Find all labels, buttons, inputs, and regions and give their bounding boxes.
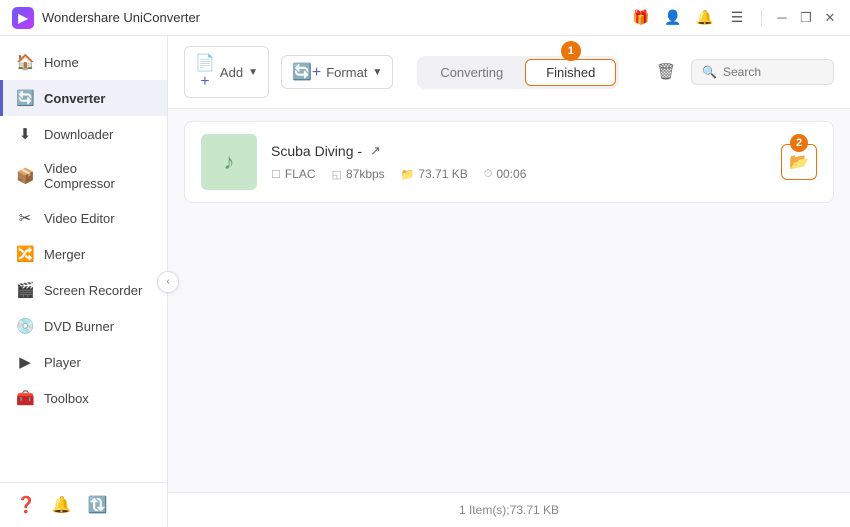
folder-icon: 📂 [789, 152, 809, 172]
add-file-dropdown-icon: ▼ [248, 67, 258, 78]
menu-icon[interactable]: ☰ [725, 6, 749, 30]
add-format-label: Format [326, 65, 367, 80]
tab-finished-label: Finished [546, 65, 595, 80]
sidebar-item-converter[interactable]: 🔄 Converter [0, 80, 167, 116]
trash-button[interactable]: 🗑 [653, 56, 679, 88]
gift-icon[interactable]: 🎁 [629, 6, 653, 30]
file-name-row: Scuba Diving - ↗ [271, 143, 767, 159]
add-format-button[interactable]: 🔄+ Format ▼ [281, 55, 393, 89]
app-title: Wondershare UniConverter [42, 10, 200, 25]
sidebar: 🏠 Home 🔄 Converter ⬇ Downloader 📦 Video … [0, 36, 168, 527]
external-link-icon[interactable]: ↗ [370, 143, 381, 159]
sidebar-item-dvd-burner[interactable]: 💿 DVD Burner [0, 308, 167, 344]
sidebar-item-video-editor[interactable]: ✂ Video Editor [0, 200, 167, 236]
help-icon[interactable]: ❓ [16, 495, 36, 515]
add-format-icon: 🔄+ [292, 62, 321, 82]
home-icon: 🏠 [16, 53, 34, 71]
file-meta: ☐ FLAC ◱ 87kbps 📁 73.71 KB ⏱ [271, 167, 767, 181]
screen-recorder-icon: 🎬 [16, 281, 34, 299]
merger-icon: 🔀 [16, 245, 34, 263]
sidebar-label-converter: Converter [44, 91, 105, 106]
size-icon: 📁 [401, 168, 415, 181]
main-layout: 🏠 Home 🔄 Converter ⬇ Downloader 📦 Video … [0, 36, 850, 527]
feedback-icon[interactable]: 🔃 [88, 495, 108, 515]
file-name: Scuba Diving - [271, 143, 362, 159]
sidebar-label-dvd-burner: DVD Burner [44, 319, 114, 334]
sidebar-nav: 🏠 Home 🔄 Converter ⬇ Downloader 📦 Video … [0, 36, 167, 482]
add-file-button[interactable]: 📄+ Add ▼ [184, 46, 269, 98]
titlebar: ▶ Wondershare UniConverter 🎁 👤 🔔 ☰ ─ ❐ ✕ [0, 0, 850, 36]
bell-icon[interactable]: 🔔 [693, 6, 717, 30]
sidebar-bottom: ❓ 🔔 🔃 [0, 482, 167, 527]
player-icon: ▶ [16, 353, 34, 371]
finished-badge: 1 [561, 41, 581, 61]
file-thumbnail: ♪ [201, 134, 257, 190]
sidebar-item-merger[interactable]: 🔀 Merger [0, 236, 167, 272]
tab-finished-wrapper: 1 Finished [525, 59, 616, 86]
sidebar-item-screen-recorder[interactable]: 🎬 Screen Recorder [0, 272, 167, 308]
dvd-burner-icon: 💿 [16, 317, 34, 335]
downloader-icon: ⬇ [16, 125, 34, 143]
add-file-icon: 📄+ [195, 53, 215, 91]
file-action-badge: 2 [790, 134, 808, 152]
duration-icon: ⏱ [484, 168, 493, 181]
toolbar: 📄+ Add ▼ 🔄+ Format ▼ Converting 1 Finish… [168, 36, 850, 109]
sidebar-label-video-compressor: Video Compressor [44, 161, 151, 191]
titlebar-left: ▶ Wondershare UniConverter [12, 7, 200, 29]
sidebar-item-video-compressor[interactable]: 📦 Video Compressor [0, 152, 167, 200]
sidebar-label-video-editor: Video Editor [44, 211, 115, 226]
video-compressor-icon: 📦 [16, 167, 34, 185]
file-item: ♪ Scuba Diving - ↗ ☐ FLAC ◱ 87 [184, 121, 834, 203]
sidebar-label-home: Home [44, 55, 79, 70]
file-size: 📁 73.71 KB [401, 167, 468, 181]
sidebar-collapse-button[interactable]: ‹ [157, 271, 179, 293]
tab-finished[interactable]: Finished [525, 59, 616, 86]
restore-button[interactable]: ❐ [798, 10, 814, 26]
music-icon: ♪ [224, 149, 235, 175]
sidebar-label-downloader: Downloader [44, 127, 113, 142]
status-text: 1 Item(s);73.71 KB [459, 503, 559, 517]
sidebar-item-toolbox[interactable]: 🧰 Toolbox [0, 380, 167, 416]
converter-icon: 🔄 [16, 89, 34, 107]
bitrate-icon: ◱ [332, 168, 342, 181]
file-bitrate-value: 87kbps [346, 167, 385, 181]
notification-icon[interactable]: 🔔 [52, 495, 72, 515]
close-button[interactable]: ✕ [822, 10, 838, 26]
tab-converting-label: Converting [440, 65, 503, 80]
file-duration: ⏱ 00:06 [484, 167, 527, 181]
file-duration-value: 00:06 [496, 167, 526, 181]
file-action: 2 📂 [781, 144, 817, 180]
titlebar-right: 🎁 👤 🔔 ☰ ─ ❐ ✕ [629, 6, 838, 30]
sidebar-label-toolbox: Toolbox [44, 391, 89, 406]
content-area: 📄+ Add ▼ 🔄+ Format ▼ Converting 1 Finish… [168, 36, 850, 527]
search-box: 🔍 [691, 59, 834, 85]
user-icon[interactable]: 👤 [661, 6, 685, 30]
file-info: Scuba Diving - ↗ ☐ FLAC ◱ 87kbps [271, 143, 767, 181]
sidebar-item-player[interactable]: ▶ Player [0, 344, 167, 380]
file-format-value: FLAC [285, 167, 316, 181]
app-icon: ▶ [12, 7, 34, 29]
sidebar-label-screen-recorder: Screen Recorder [44, 283, 142, 298]
search-input[interactable] [723, 65, 823, 79]
sidebar-item-downloader[interactable]: ⬇ Downloader [0, 116, 167, 152]
toolbox-icon: 🧰 [16, 389, 34, 407]
file-list: ♪ Scuba Diving - ↗ ☐ FLAC ◱ 87 [168, 109, 850, 492]
add-file-label: Add [220, 65, 243, 80]
video-editor-icon: ✂ [16, 209, 34, 227]
file-format: ☐ FLAC [271, 167, 316, 181]
tab-converting[interactable]: Converting [420, 59, 523, 86]
file-bitrate: ◱ 87kbps [332, 167, 385, 181]
file-size-value: 73.71 KB [418, 167, 467, 181]
search-icon: 🔍 [702, 65, 717, 79]
add-format-dropdown-icon: ▼ [372, 67, 382, 78]
sidebar-item-home[interactable]: 🏠 Home [0, 44, 167, 80]
status-bar: 1 Item(s);73.71 KB [168, 492, 850, 527]
minimize-button[interactable]: ─ [774, 10, 790, 26]
sidebar-label-merger: Merger [44, 247, 85, 262]
tab-group: Converting 1 Finished [417, 56, 619, 89]
format-icon: ☐ [271, 168, 281, 181]
sidebar-label-player: Player [44, 355, 81, 370]
